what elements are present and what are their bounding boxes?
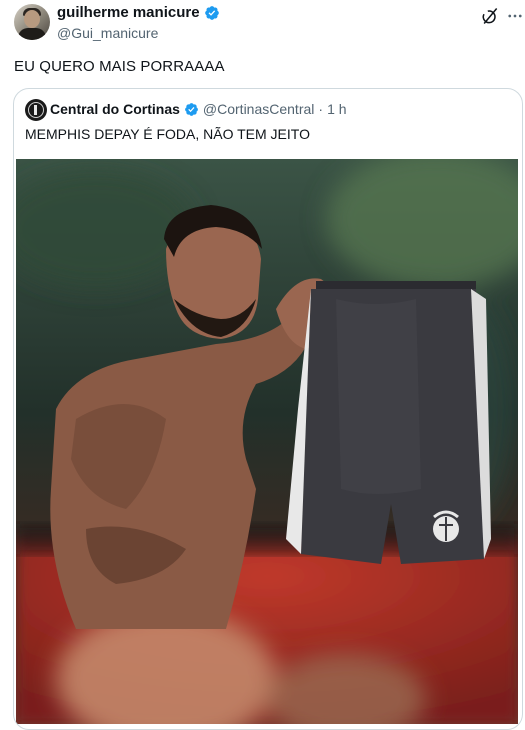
quoted-author-row: Central do Cortinas @CortinasCentral · 1… [50,101,347,117]
quoted-tweet[interactable]: Central do Cortinas @CortinasCentral · 1… [13,88,523,730]
grok-icon[interactable] [480,6,500,26]
quoted-separator: · [318,101,324,117]
author-name-row: guilherme manicure [57,4,220,21]
crest-anchor [34,105,37,115]
author-avatar[interactable] [14,4,50,40]
corinthians-crest [433,510,459,542]
tweet-text: EU QUERO MAIS PORRAAAA [14,58,225,75]
quoted-time[interactable]: 1 h [327,101,346,117]
avatar-shirt [18,28,46,40]
author-handle[interactable]: @Gui_manicure [57,25,158,41]
verified-badge-icon [204,5,219,20]
more-icon[interactable] [506,6,524,26]
photo-illustration [16,159,518,724]
tweet[interactable]: guilherme manicure @Gui_manicure EU QUER… [0,0,525,730]
quoted-author-avatar[interactable] [25,99,47,121]
avatar-face [24,10,40,28]
quoted-tweet-text: MEMPHIS DEPAY É FODA, NÃO TEM JEITO [25,126,310,142]
quoted-handle[interactable]: @CortinasCentral [203,101,314,117]
quoted-display-name[interactable]: Central do Cortinas [50,101,180,117]
author-display-name[interactable]: guilherme manicure [57,4,200,21]
quoted-verified-badge-icon [185,102,198,116]
quoted-media-photo[interactable] [16,159,518,724]
